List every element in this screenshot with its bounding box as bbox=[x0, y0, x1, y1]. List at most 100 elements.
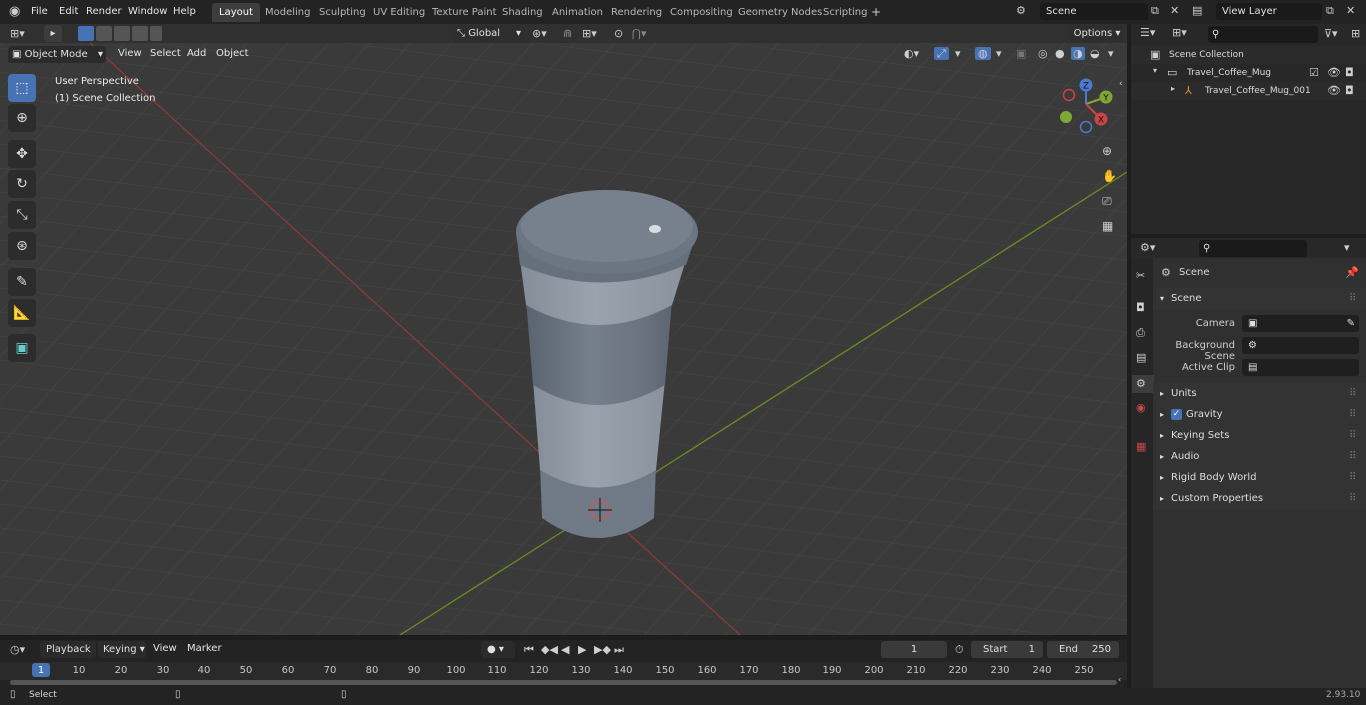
tool-tab-icon[interactable]: ✂ bbox=[1136, 270, 1145, 281]
tab-geometry-nodes[interactable]: Geometry Nodes bbox=[731, 3, 829, 22]
shading-wireframe-icon[interactable]: ◎ bbox=[1038, 48, 1048, 59]
tab-layout[interactable]: Layout bbox=[212, 3, 260, 22]
camera-view-icon[interactable]: ⎚ bbox=[1102, 195, 1112, 207]
timeline-editor-icon[interactable]: ◷▾ bbox=[10, 644, 25, 655]
delete-scene-icon[interactable]: ✕ bbox=[1170, 5, 1179, 16]
start-frame-field[interactable]: Start 1 bbox=[971, 641, 1043, 658]
scene-field[interactable]: Scene bbox=[1040, 3, 1148, 20]
render-camera-icon[interactable]: ◘ bbox=[1345, 67, 1354, 78]
menu-help[interactable]: Help bbox=[169, 3, 200, 21]
new-collection-icon[interactable]: ⊞ bbox=[1351, 28, 1360, 39]
jump-start-icon[interactable]: ⏮ bbox=[524, 644, 534, 655]
transform-orientation-dropdown[interactable]: ⤡ Global ▾ bbox=[453, 25, 525, 42]
playback-menu[interactable]: Playback ▾ bbox=[40, 641, 96, 672]
zoom-icon[interactable]: ⊕ bbox=[1102, 145, 1112, 157]
exclude-checkbox-icon[interactable]: ☑ bbox=[1309, 67, 1319, 78]
xray-icon[interactable]: ▣ bbox=[1016, 48, 1026, 59]
add-cube-tool[interactable]: ▣ bbox=[8, 334, 36, 362]
timeline-scrollbar[interactable] bbox=[10, 680, 1117, 685]
properties-options-icon[interactable]: ▾ bbox=[1344, 242, 1350, 253]
neg-z-axis-icon[interactable] bbox=[1079, 120, 1093, 134]
pin-icon[interactable]: 📌 bbox=[1345, 267, 1359, 278]
display-mode-icon[interactable]: ⊞▾ bbox=[1172, 27, 1187, 38]
gravity-checkbox[interactable]: ✓ bbox=[1171, 409, 1182, 420]
tab-sculpting[interactable]: Sculpting bbox=[312, 3, 373, 22]
editor-type-icon[interactable]: ⊞▾ bbox=[10, 28, 25, 39]
select-extend-icon[interactable] bbox=[96, 26, 112, 41]
outliner-root-row[interactable]: ▣ Scene Collection bbox=[1131, 46, 1366, 64]
properties-editor-icon[interactable]: ⚙▾ bbox=[1140, 242, 1155, 253]
current-frame-field[interactable]: 1 bbox=[881, 641, 947, 658]
new-scene-icon[interactable]: ⧉ bbox=[1151, 5, 1159, 16]
tab-compositing[interactable]: Compositing bbox=[663, 3, 740, 22]
expand-arrow-icon[interactable]: ▾ bbox=[1153, 67, 1157, 75]
eyedropper-icon[interactable]: ✎ bbox=[1347, 315, 1355, 332]
measure-tool[interactable]: 📐 bbox=[8, 299, 36, 327]
neg-y-axis-icon[interactable] bbox=[1060, 111, 1072, 123]
shading-solid-icon[interactable]: ● bbox=[1055, 48, 1065, 59]
tab-texture-paint[interactable]: Texture Paint bbox=[425, 3, 504, 22]
move-tool[interactable]: ✥ bbox=[8, 140, 36, 168]
camera-field[interactable]: ▣ ✎ bbox=[1242, 315, 1359, 332]
menu-file[interactable]: File bbox=[27, 3, 52, 21]
outliner-row-collection[interactable]: ▾ ▭ Travel_Coffee_Mug ☑ 👁 ◘ bbox=[1131, 64, 1366, 82]
mode-dropdown[interactable]: ▣ Object Mode ▾ bbox=[8, 46, 106, 63]
scene-icon[interactable]: ⚙ bbox=[1016, 5, 1026, 16]
preview-range-icon[interactable]: ⏱ bbox=[955, 644, 964, 655]
perspective-toggle-icon[interactable]: ▦ bbox=[1102, 220, 1113, 232]
sidebar-toggle-icon[interactable]: ‹ bbox=[1119, 80, 1123, 89]
filter-icon[interactable]: ⊽▾ bbox=[1324, 28, 1338, 39]
viewport-menu-add[interactable]: Add bbox=[183, 45, 210, 63]
drag-handle-icon[interactable]: ⠿ bbox=[1349, 467, 1356, 488]
custom-properties-panel[interactable]: ▸ Custom Properties ⠿ bbox=[1153, 488, 1366, 509]
menu-render[interactable]: Render bbox=[82, 3, 126, 21]
world-tab-icon[interactable]: ◉ bbox=[1136, 402, 1146, 413]
3d-viewport[interactable] bbox=[0, 43, 1127, 635]
shading-dropdown-icon[interactable]: ▾ bbox=[1108, 48, 1114, 59]
snap-icon[interactable]: ⋒ bbox=[563, 28, 572, 39]
menu-edit[interactable]: Edit bbox=[55, 3, 82, 21]
drag-handle-icon[interactable]: ⠿ bbox=[1349, 404, 1356, 425]
tab-animation[interactable]: Animation bbox=[545, 3, 610, 22]
annotate-tool[interactable]: ✎ bbox=[8, 268, 36, 296]
select-invert-icon[interactable] bbox=[132, 26, 148, 41]
select-box-tool[interactable]: ⬚ bbox=[8, 74, 36, 102]
outliner-editor-icon[interactable]: ☰▾ bbox=[1140, 27, 1155, 38]
rotate-tool[interactable]: ↻ bbox=[8, 170, 36, 198]
add-workspace-icon[interactable]: + bbox=[871, 6, 881, 18]
select-tool-icon[interactable]: ▸ bbox=[44, 25, 62, 42]
tab-shading[interactable]: Shading bbox=[495, 3, 550, 22]
rigid-body-world-panel[interactable]: ▸ Rigid Body World ⠿ bbox=[1153, 467, 1366, 488]
tab-uv-editing[interactable]: UV Editing bbox=[366, 3, 432, 22]
menu-window[interactable]: Window bbox=[124, 3, 171, 21]
new-view-layer-icon[interactable]: ⧉ bbox=[1326, 5, 1334, 16]
audio-panel[interactable]: ▸ Audio ⠿ bbox=[1153, 446, 1366, 467]
tab-modeling[interactable]: Modeling bbox=[258, 3, 318, 22]
select-intersect-icon[interactable] bbox=[150, 26, 162, 41]
output-tab-icon[interactable]: ⎙ bbox=[1136, 327, 1145, 338]
render-tab-icon[interactable]: ◘ bbox=[1136, 302, 1145, 313]
pivot-icon[interactable]: ⊛▾ bbox=[532, 28, 547, 39]
overlays-dropdown-icon[interactable]: ▾ bbox=[996, 48, 1002, 59]
visibility-icon[interactable]: ◐▾ bbox=[904, 48, 919, 59]
snap-target-icon[interactable]: ⊞▾ bbox=[582, 28, 597, 39]
shading-material-icon[interactable]: ◑ bbox=[1071, 47, 1085, 60]
gravity-panel[interactable]: ▸ ✓ Gravity ⠿ bbox=[1153, 404, 1366, 425]
expand-arrow-icon[interactable]: ▸ bbox=[1171, 85, 1175, 93]
units-panel[interactable]: ▸ Units ⠿ bbox=[1153, 383, 1366, 404]
tab-rendering[interactable]: Rendering bbox=[604, 3, 669, 22]
navigation-gizmo[interactable]: Z Y X bbox=[1054, 74, 1118, 138]
drag-handle-icon[interactable]: ⠿ bbox=[1349, 488, 1356, 509]
viewport-menu-object[interactable]: Object bbox=[212, 45, 253, 63]
view-layer-tab-icon[interactable]: ▤ bbox=[1136, 352, 1146, 363]
pan-hand-icon[interactable]: ✋ bbox=[1102, 170, 1117, 182]
texture-tab-icon[interactable]: ▦ bbox=[1136, 441, 1146, 452]
eye-icon[interactable]: 👁 bbox=[1327, 85, 1341, 96]
viewport-menu-view[interactable]: View bbox=[114, 45, 146, 63]
play-reverse-icon[interactable]: ◀ bbox=[561, 644, 569, 655]
neg-x-axis-icon[interactable] bbox=[1062, 88, 1076, 102]
timeline-menu-view[interactable]: View bbox=[149, 640, 181, 658]
shading-rendered-icon[interactable]: ◒ bbox=[1090, 48, 1100, 59]
select-subtract-icon[interactable] bbox=[114, 26, 130, 41]
background-scene-field[interactable]: ⚙ bbox=[1242, 337, 1359, 354]
